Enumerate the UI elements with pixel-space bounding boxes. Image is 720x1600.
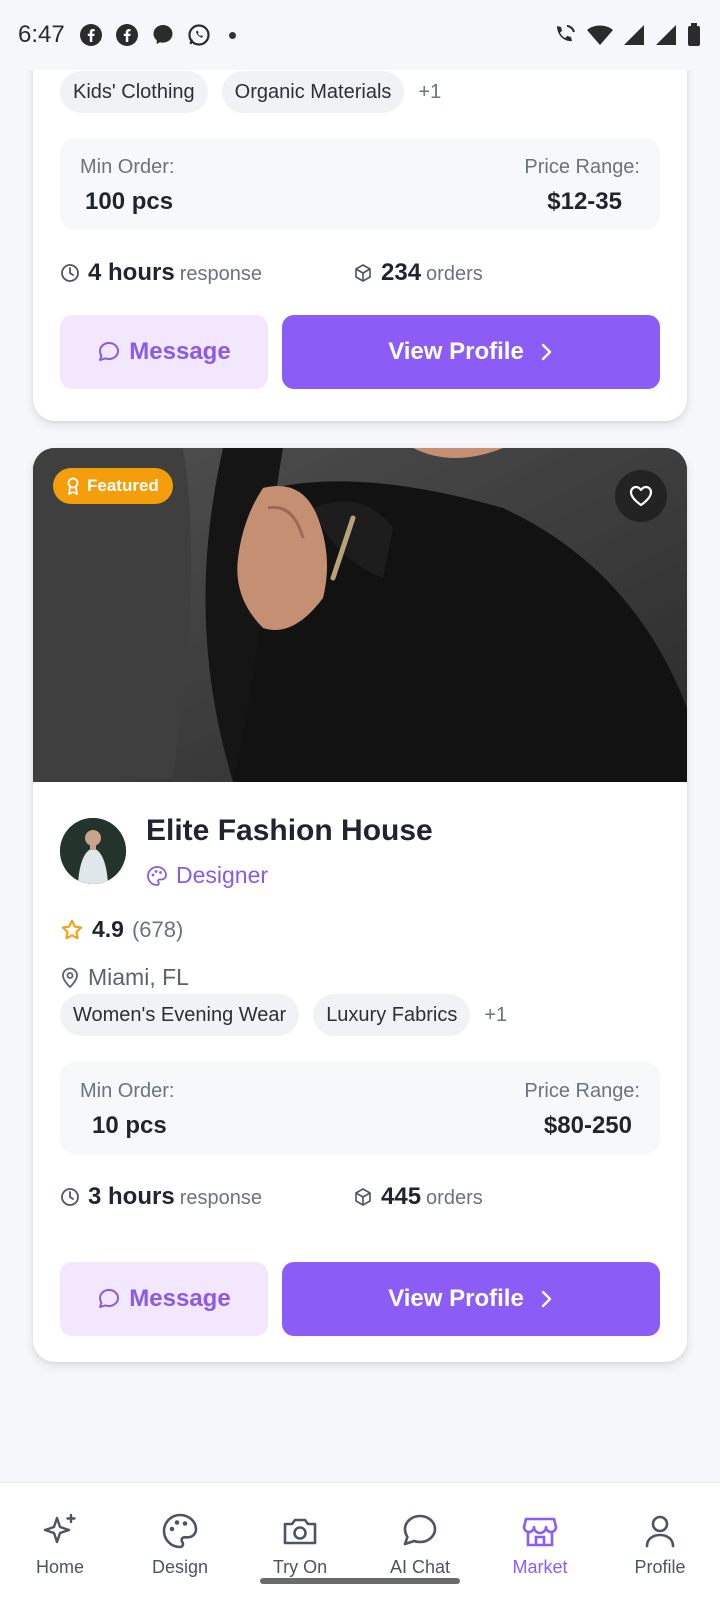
star-icon [61, 919, 83, 939]
tags-more: +1 [418, 80, 442, 103]
min-order-value: 10 pcs [92, 1112, 167, 1139]
box-icon [355, 264, 371, 282]
nav-label: Try On [272, 1557, 328, 1577]
battery-icon [688, 23, 700, 46]
nav-item-market[interactable]: Market [480, 1483, 600, 1600]
heart-icon [629, 485, 653, 507]
price-range-value: $12-35 [547, 188, 622, 215]
order-info-box: Min Order: Price Range: 100 pcs $12-35 [60, 138, 660, 230]
response-value: 3 hours [88, 1183, 175, 1210]
camera-icon [283, 1518, 317, 1545]
orders-label: orders [426, 263, 483, 285]
supplier-card-featured[interactable]: Featured Elite Fashion House Designer 4.… [33, 448, 687, 1362]
featured-badge: Featured [53, 468, 173, 504]
supplier-type-label: Designer [176, 862, 269, 888]
signal-icon [656, 25, 676, 45]
supplier-card: Kids' Clothing Organic Materials +1 Min … [33, 40, 687, 421]
order-info-box: Min Order: Price Range: 10 pcs $80-250 [60, 1062, 660, 1154]
min-order-value: 100 pcs [85, 188, 174, 215]
rating-value: 4.9 [92, 916, 124, 942]
location: Miami, FL [60, 964, 189, 991]
map-pin-icon [62, 967, 78, 988]
orders-count: 234 orders [353, 259, 483, 287]
view-profile-label: View Profile [388, 338, 524, 365]
price-range-value: $80-250 [543, 1112, 632, 1139]
response-value: 4 hours [88, 259, 175, 286]
chat-bubble-icon [403, 1514, 437, 1546]
rating: 4.9 (678) [60, 916, 183, 943]
chat-bubble-icon [99, 1289, 120, 1308]
chat-bubble-icon [99, 342, 120, 361]
award-icon [67, 477, 79, 495]
tag: Women's Evening Wear [60, 994, 300, 1036]
sparkles-icon [43, 1513, 76, 1544]
nav-label: Home [35, 1557, 84, 1577]
palette-icon [147, 865, 167, 886]
chevron-right-icon [541, 1290, 551, 1308]
message-label: Message [129, 338, 231, 365]
facebook-icon [79, 23, 103, 47]
view-profile-label: View Profile [388, 1285, 524, 1312]
whatsapp-icon [187, 23, 211, 47]
tag: Kids' Clothing [60, 71, 208, 113]
signal-icon [624, 25, 644, 45]
home-indicator [260, 1578, 460, 1584]
favorite-button[interactable] [615, 470, 667, 522]
status-time: 6:47 [18, 21, 65, 48]
tag-list: Kids' Clothing Organic Materials +1 [60, 71, 441, 113]
response-label: response [179, 263, 262, 285]
orders-value: 234 [381, 259, 422, 286]
status-bar: 6:47 [0, 0, 720, 70]
view-profile-button[interactable]: View Profile [282, 315, 660, 389]
location-label: Miami, FL [88, 964, 189, 990]
tag-list: Women's Evening Wear Luxury Fabrics +1 [60, 994, 507, 1036]
orders-value: 445 [381, 1183, 422, 1210]
nav-label: AI Chat [389, 1557, 451, 1577]
orders-label: orders [426, 1187, 483, 1209]
user-icon [645, 1515, 675, 1548]
min-order-label: Min Order: [80, 156, 175, 178]
status-icons [552, 22, 702, 48]
orders-count: 445 orders [353, 1183, 483, 1211]
wifi-call-icon [557, 25, 575, 42]
facebook-icon [115, 23, 139, 47]
clock-icon [61, 1188, 79, 1206]
rating-count: (678) [131, 916, 184, 942]
supplier-type: Designer [146, 862, 268, 889]
box-icon [355, 1188, 371, 1206]
messenger-icon [151, 23, 175, 47]
view-profile-button[interactable]: View Profile [282, 1262, 660, 1336]
price-range-label: Price Range: [524, 1080, 640, 1102]
supplier-cover-image: Featured [33, 448, 687, 782]
nav-label: Market [512, 1557, 568, 1577]
response-label: response [179, 1187, 262, 1209]
clock-icon [61, 264, 79, 282]
store-icon [522, 1517, 558, 1547]
avatar [60, 818, 126, 884]
nav-label: Profile [634, 1557, 686, 1577]
chevron-right-icon [541, 343, 551, 361]
nav-item-design[interactable]: Design [120, 1483, 240, 1600]
supplier-name: Elite Fashion House [146, 814, 433, 847]
min-order-label: Min Order: [80, 1080, 175, 1102]
message-button[interactable]: Message [60, 315, 268, 389]
nav-label: Design [151, 1557, 209, 1577]
message-label: Message [129, 1285, 231, 1312]
price-range-label: Price Range: [524, 156, 640, 178]
palette-icon [162, 1513, 198, 1549]
tags-more: +1 [484, 1003, 508, 1026]
featured-label: Featured [87, 476, 159, 495]
response-time: 4 hours response [60, 259, 262, 287]
tag: Organic Materials [221, 71, 405, 113]
wifi-icon [587, 25, 613, 45]
response-time: 3 hours response [60, 1183, 262, 1211]
nav-item-profile[interactable]: Profile [600, 1483, 720, 1600]
nav-item-home[interactable]: Home [0, 1483, 120, 1600]
notification-dot-icon [228, 31, 236, 39]
tag: Luxury Fabrics [313, 994, 471, 1036]
message-button[interactable]: Message [60, 1262, 268, 1336]
